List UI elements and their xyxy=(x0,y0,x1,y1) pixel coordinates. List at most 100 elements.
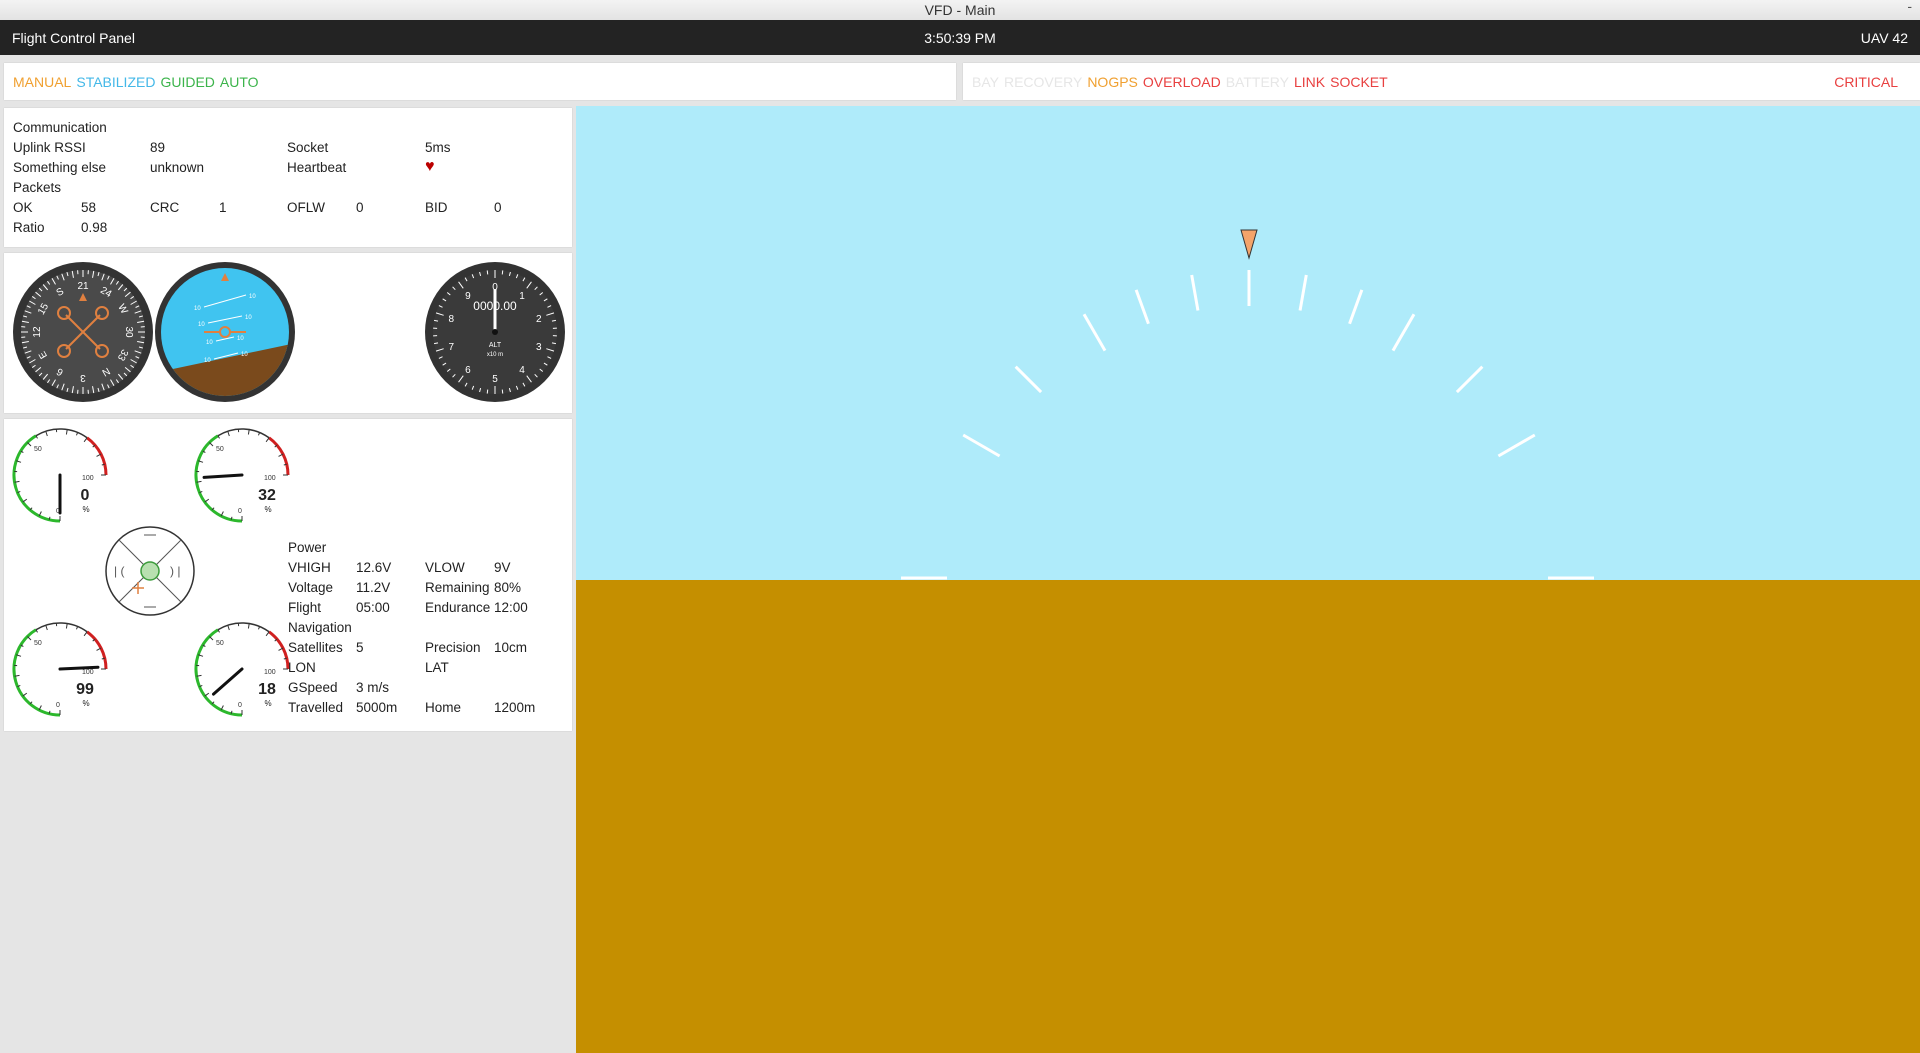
gauge-unit: % xyxy=(264,505,271,514)
altimeter-tick xyxy=(486,389,489,394)
endurance-label: Endurance xyxy=(425,600,491,615)
mode-stabilized[interactable]: STABILIZED xyxy=(76,74,155,90)
gauge-arc xyxy=(268,630,290,670)
alert-battery: BATTERY xyxy=(1225,74,1289,90)
endurance-value: 12:00 xyxy=(494,600,528,615)
gauge-arc xyxy=(86,630,108,670)
roll-tick xyxy=(1134,289,1150,325)
horizon-overlay xyxy=(901,229,1594,580)
gauge-mid-label: 50 xyxy=(216,446,224,453)
gauge-min-label: 0 xyxy=(56,702,60,709)
travelled-label: Travelled xyxy=(288,700,344,715)
gauge-unit: % xyxy=(82,505,89,514)
pitch-label: 10 xyxy=(204,358,211,364)
heading-label: 21 xyxy=(77,281,89,292)
roll-tick xyxy=(1455,365,1484,394)
altimeter-digit: 8 xyxy=(448,314,454,325)
clock: 3:50:39 PM xyxy=(924,30,996,46)
remaining-value: 80% xyxy=(494,580,522,595)
horizon-view[interactable] xyxy=(576,106,1920,1053)
gauge-1: 0501000% xyxy=(12,428,108,523)
gauge-value: 99 xyxy=(76,681,94,698)
ratio-value: 0.98 xyxy=(81,220,108,235)
mode-manual[interactable]: MANUAL xyxy=(13,74,71,90)
communication-panel: Communication Uplink RSSI 89 Socket 5ms … xyxy=(4,108,572,247)
gauge-tick xyxy=(265,437,270,443)
gauge-tick xyxy=(283,463,287,466)
turn-indicator: | ( ) | xyxy=(105,526,195,616)
roll-tick xyxy=(1348,289,1364,325)
gauge-min-label: 0 xyxy=(238,702,242,709)
satellites-label: Satellites xyxy=(288,640,343,655)
lon-label: LON xyxy=(288,660,316,675)
packets-heading: Packets xyxy=(13,180,62,195)
gauge-mid-label: 50 xyxy=(34,640,42,647)
gauge-unit: % xyxy=(82,699,89,708)
header-bar: Flight Control Panel 3:50:39 PM UAV 42 xyxy=(0,20,1920,55)
gauge-tick xyxy=(45,625,48,631)
modes-panel: MANUAL STABILIZED GUIDED AUTO xyxy=(4,63,956,100)
alert-nogps: NOGPS xyxy=(1087,74,1138,90)
gauge-max-label: 100 xyxy=(264,669,276,676)
satellites-value: 5 xyxy=(356,640,364,655)
home-label: Home xyxy=(425,700,462,715)
gauge-tick xyxy=(48,516,51,520)
altimeter-label: ALT xyxy=(489,342,502,349)
roll-tick xyxy=(1082,313,1107,352)
vehicle-name: UAV 42 xyxy=(1860,30,1908,46)
vlow-value: 9V xyxy=(494,560,511,575)
vlow-label: VLOW xyxy=(425,560,465,575)
mode-auto[interactable]: AUTO xyxy=(220,74,259,90)
gauge-tick xyxy=(265,631,270,637)
roll-tick xyxy=(1391,313,1416,352)
pitch-label: 10 xyxy=(249,294,256,300)
gauge-needle xyxy=(58,665,100,671)
heartbeat-label: Heartbeat xyxy=(287,160,347,175)
gspeed-label: GSpeed xyxy=(288,680,338,695)
gauge-tick xyxy=(45,431,48,437)
gauge-needle xyxy=(211,667,244,696)
alert-list: BAY RECOVERY NOGPS OVERLOAD BATTERY LINK SOCKE… xyxy=(972,75,1393,89)
altimeter-digit: 7 xyxy=(448,342,454,353)
bid-value: 0 xyxy=(494,200,502,215)
turn-left-marks: | ( xyxy=(114,564,124,578)
gauge-tick xyxy=(247,623,250,629)
altimeter-tick xyxy=(501,389,504,394)
altimeter-unit: x10 m xyxy=(487,352,503,358)
roll-tick xyxy=(1014,365,1043,394)
heading-label: 3 xyxy=(80,372,86,383)
roll-tick xyxy=(1190,274,1200,311)
gauge-value: 32 xyxy=(258,487,276,504)
heart-icon: ♥ xyxy=(425,158,435,175)
minimize-button[interactable]: - xyxy=(1907,0,1912,16)
vhigh-label: VHIGH xyxy=(288,560,331,575)
altimeter-digit: 1 xyxy=(519,291,525,302)
something-else-value: unknown xyxy=(150,160,205,175)
gauge-arc xyxy=(35,428,88,439)
gauge-mid-label: 50 xyxy=(216,640,224,647)
gauge-max-label: 100 xyxy=(264,475,276,482)
gauge-value: 18 xyxy=(258,681,276,698)
vhigh-value: 12.6V xyxy=(356,560,392,575)
mode-guided[interactable]: GUIDED xyxy=(160,74,214,90)
gauge-tick xyxy=(75,626,79,630)
voltage-value: 11.2V xyxy=(356,580,391,595)
alert-level: CRITICAL xyxy=(1834,74,1898,90)
gauge-tick xyxy=(209,636,214,641)
roll-tick xyxy=(1497,433,1536,458)
uplink-rssi-label: Uplink RSSI xyxy=(13,140,86,155)
gauge-tick xyxy=(283,657,287,660)
alert-socket: SOCKET xyxy=(1330,74,1388,90)
gauge-value: 0 xyxy=(81,487,90,504)
gauge-3: 0 50 100 99% xyxy=(12,622,108,717)
gauge-arc xyxy=(35,622,88,633)
altimeter-digit: 6 xyxy=(465,365,471,376)
pitch-label: 10 xyxy=(206,340,213,346)
ok-label: OK xyxy=(13,200,33,215)
gauge-tick xyxy=(230,516,233,520)
oflw-label: OFLW xyxy=(287,200,325,215)
gauge-tick xyxy=(230,710,233,714)
heading-indicator: 21 24W3033N36E1215S xyxy=(13,262,153,402)
alerts-panel: BAY RECOVERY NOGPS OVERLOAD BATTERY LINK SOCKE… xyxy=(963,63,1920,100)
alert-link: LINK xyxy=(1293,74,1326,90)
